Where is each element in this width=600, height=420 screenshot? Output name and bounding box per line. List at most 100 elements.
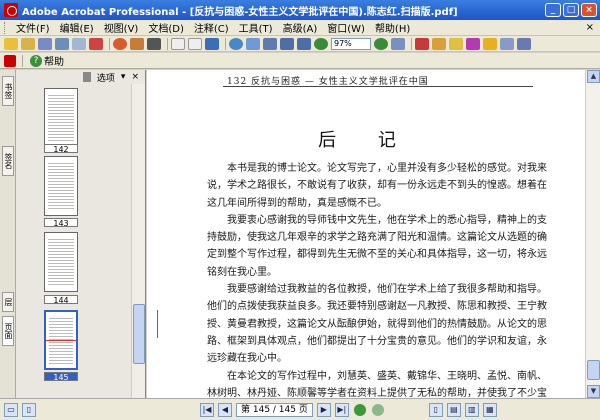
actual-size-icon[interactable] [263,37,277,50]
thumbnail-label: 143 [44,218,78,228]
close-panel-icon[interactable]: × [131,72,139,82]
page-thumbnail[interactable] [44,156,78,216]
menu-edit[interactable]: 编辑(E) [55,20,99,35]
previous-page-icon[interactable]: ◀ [218,402,232,417]
hand-tool-icon[interactable] [171,37,185,50]
thumbnail-text [48,237,74,287]
last-page-icon[interactable]: ▶| [334,402,349,417]
adobe-logo-icon[interactable] [4,54,16,67]
tab-signatures[interactable]: 签名 [2,146,14,176]
select-text-icon[interactable] [188,37,202,50]
toolbar-separator [411,37,412,50]
toolbar-separator [167,37,168,50]
snapshot-icon[interactable] [205,37,219,50]
navigation-tab-strip: 书签 签名 层 页面 [0,70,16,398]
thumbnail-label: 142 [44,144,78,154]
tab-layers[interactable]: 层 [2,292,14,312]
single-page-layout-icon[interactable]: ▯ [428,402,443,417]
options-menu[interactable]: 选项 [97,71,115,84]
save-icon[interactable] [38,37,52,50]
toolbar-separator [225,37,226,50]
minimize-button[interactable]: _ [545,3,561,17]
thumbnail-label-selected: 145 [44,372,78,382]
forms-icon[interactable] [500,37,514,50]
comment-icon[interactable] [415,37,429,50]
delete-icon[interactable] [82,72,91,82]
zoom-plus-icon[interactable] [374,37,388,50]
tab-pages[interactable]: 页面 [2,316,14,346]
menu-bar: 文件(F) 编辑(E) 视图(V) 文档(D) 注释(C) 工具(T) 高级(A… [0,20,600,36]
page-thumbnail-selected[interactable] [44,310,78,370]
toolbar-separator [22,54,23,67]
menu-window[interactable]: 窗口(W) [322,20,370,35]
security-icon[interactable] [113,37,127,50]
create-pdf-icon[interactable] [4,37,18,50]
next-view-icon[interactable] [371,403,384,416]
attach-icon[interactable] [466,37,480,50]
paragraph: 在本论文的写作过程中，刘慧英、盛英、戴锦华、王晓明、孟悦、南帆、林树明、林丹娅、… [207,370,547,398]
menu-view[interactable]: 视图(V) [99,20,144,35]
document-scroll-thumb[interactable] [587,360,600,380]
view-rectangle[interactable] [46,340,76,341]
page-thumbnail[interactable] [44,88,78,146]
page-size-icon[interactable]: ▭ [4,402,18,417]
margin-mark [157,310,158,338]
toolbar-separator [109,37,110,50]
help-icon: ? [30,54,42,67]
window-controls: _ □ × [545,3,597,17]
menu-file[interactable]: 文件(F) [11,20,55,35]
previous-view-icon[interactable] [353,403,366,416]
open-folder-icon[interactable] [21,37,35,50]
help-button[interactable]: ? 帮助 [30,53,64,68]
tab-bookmarks[interactable]: 书签 [2,76,14,106]
scroll-down-icon[interactable]: ▼ [587,385,600,398]
continuous-layout-icon[interactable]: ▤ [446,402,461,417]
facing-layout-icon[interactable]: ▥ [464,402,479,417]
page-number-field[interactable]: 第 145 / 145 页 [236,402,313,417]
paragraph: 本书是我的博士论文。论文写完了，心里并没有多少轻松的感觉。对我来说，学术之路很长… [207,163,547,209]
zoom-dropdown-icon[interactable] [246,37,260,50]
thumbnail-label: 144 [44,295,78,305]
menu-tools[interactable]: 工具(T) [234,20,278,35]
thumbnail-text [48,161,74,211]
zoom-out-icon[interactable] [314,37,328,50]
thumbnails-scrollbar[interactable] [131,84,145,398]
document-scrollbar[interactable]: ▲ ▼ [585,70,600,398]
single-page-icon[interactable]: ▯ [22,402,36,417]
acrobat-app-icon[interactable] [4,3,18,17]
binoculars-icon[interactable] [147,37,161,50]
document-view[interactable]: 132 反抗与困惑 — 女性主义文学批评在中国 后 记 本书是我的博士论文。论文… [147,70,585,398]
fit-page-icon[interactable] [280,37,294,50]
fit-width-icon[interactable] [297,37,311,50]
menu-advanced[interactable]: 高级(A) [278,20,323,35]
menu-document[interactable]: 文档(D) [143,20,189,35]
search-icon[interactable] [89,37,103,50]
scroll-up-icon[interactable]: ▲ [587,70,600,83]
print-icon[interactable] [55,37,69,50]
zoom-input[interactable]: 97% [331,37,371,50]
rotate-icon[interactable] [391,37,405,50]
close-window-button[interactable]: × [581,3,597,17]
highlight-icon[interactable] [449,37,463,50]
menu-help[interactable]: 帮助(H) [370,20,415,35]
window-title: Adobe Acrobat Professional - [反抗与困惑-女性主义… [22,6,458,18]
thumbnails-header: 选项 ▾ × [16,70,145,84]
page-thumbnail[interactable] [44,232,78,292]
first-page-icon[interactable]: |◀ [200,402,214,417]
menu-comments[interactable]: 注释(C) [189,20,234,35]
maximize-button[interactable]: □ [563,3,579,17]
status-bar: ▭ ▯ |◀ ◀ 第 145 / 145 页 ▶ ▶| ▯ ▤ ▥ ▦ [0,398,600,420]
lock-icon[interactable] [483,37,497,50]
close-document-button[interactable]: × [586,22,594,33]
sign-icon[interactable] [130,37,144,50]
header-rule [223,86,533,87]
continuous-facing-layout-icon[interactable]: ▦ [482,402,497,417]
chevron-down-icon[interactable]: ▾ [121,72,126,82]
paragraph: 我要衷心感谢我的导师钱中文先生，他在学术上的悉心指导，精神上的支持鼓励，使我这几… [207,214,547,278]
thumbnails-scroll-thumb[interactable] [133,304,145,364]
email-icon[interactable] [72,37,86,50]
next-page-icon[interactable]: ▶ [316,402,331,417]
stamp-icon[interactable] [432,37,446,50]
zoom-in-icon[interactable] [229,37,243,50]
more-tools-icon[interactable] [517,37,531,50]
